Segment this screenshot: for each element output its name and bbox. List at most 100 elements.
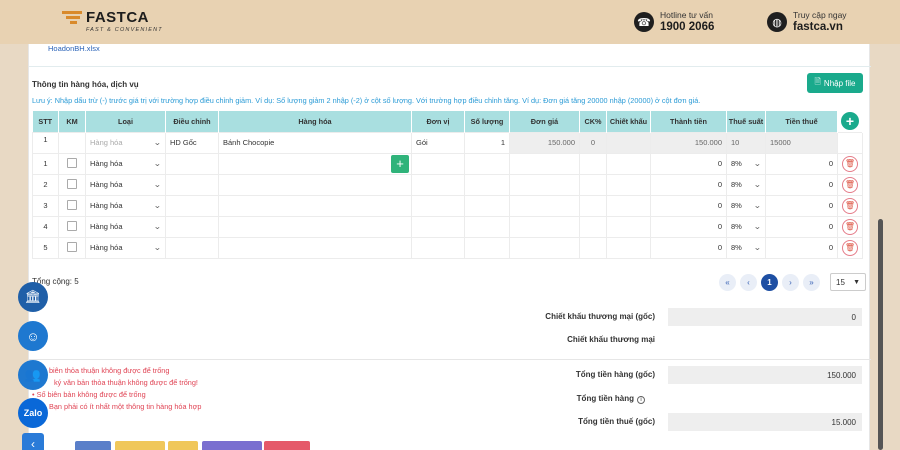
add-row-button[interactable]: +: [841, 112, 859, 131]
row-price[interactable]: [509, 236, 580, 259]
row-adjust[interactable]: [165, 236, 219, 259]
action-button[interactable]: [264, 441, 310, 450]
delete-row-icon[interactable]: 🗑: [842, 197, 858, 214]
row-tax-rate-select[interactable]: 8% ⌄: [726, 194, 766, 217]
row-item-input[interactable]: [218, 194, 412, 217]
row-unit[interactable]: [411, 173, 465, 196]
row-unit[interactable]: [411, 236, 465, 259]
row-amount: 0: [650, 152, 727, 175]
row-discount[interactable]: [606, 236, 651, 259]
fastca-logo[interactable]: FASTCA FAST & CONVENIENT: [62, 10, 163, 33]
first-page-button[interactable]: «: [719, 273, 736, 291]
row-action: 🗑: [837, 215, 863, 238]
row-adjust[interactable]: [165, 173, 219, 196]
row-tax-rate-select[interactable]: 8% ⌄: [726, 236, 766, 259]
row-type-select[interactable]: Hàng hóa ⌄: [85, 173, 166, 196]
row-action: [837, 131, 863, 154]
row-unit[interactable]: [411, 215, 465, 238]
row-ck[interactable]: [579, 194, 607, 217]
promo-checkbox[interactable]: [67, 157, 77, 168]
action-button[interactable]: [202, 441, 262, 450]
import-file-button[interactable]: 🗎 Nhập file: [807, 73, 863, 93]
add-item-button[interactable]: +: [391, 154, 409, 173]
row-qty[interactable]: [464, 194, 510, 217]
row-adjust[interactable]: [165, 152, 219, 175]
row-price[interactable]: [509, 194, 580, 217]
row-tax-rate-select[interactable]: 8% ⌄: [726, 173, 766, 196]
row-adjust[interactable]: [165, 215, 219, 238]
chat-users-icon[interactable]: 👥: [18, 360, 48, 390]
next-page-button[interactable]: ›: [782, 273, 799, 291]
row-unit[interactable]: [411, 152, 465, 175]
hotline-block[interactable]: ☎ Hotline tư vấn 1900 2066: [634, 10, 714, 34]
action-button[interactable]: [75, 441, 111, 450]
promo-checkbox[interactable]: [67, 220, 77, 231]
delete-row-icon[interactable]: 🗑: [842, 176, 858, 193]
page-scrollbar[interactable]: [878, 219, 883, 450]
discount-field[interactable]: [668, 331, 862, 349]
row-tax-rate-value: 8%: [731, 159, 742, 168]
row-amount: 0: [650, 236, 727, 259]
page-size-select[interactable]: 15 ▼: [830, 273, 866, 291]
delete-row-icon[interactable]: 🗑: [842, 239, 858, 256]
delete-row-icon[interactable]: 🗑: [842, 155, 858, 172]
row-tax-rate-select[interactable]: 8% ⌄: [726, 215, 766, 238]
table-row: 5 Hàng hóa ⌄ 0 8% ⌄ 0 🗑: [32, 236, 863, 259]
row-ck[interactable]: [579, 152, 607, 175]
website-block[interactable]: ◍ Truy cập ngay fastca.vn: [767, 10, 847, 34]
row-ck[interactable]: [579, 215, 607, 238]
row-qty[interactable]: [464, 173, 510, 196]
promo-checkbox[interactable]: [67, 178, 77, 189]
row-price[interactable]: [509, 215, 580, 238]
row-amount: 0: [650, 194, 727, 217]
row-discount[interactable]: [606, 215, 651, 238]
row-type-value: Hàng hóa: [90, 222, 123, 231]
file-icon: 🗎: [814, 77, 821, 86]
delete-row-icon[interactable]: 🗑: [842, 218, 858, 235]
col-stt: STT: [32, 111, 59, 132]
bank-icon[interactable]: 🏛: [18, 282, 48, 312]
row-qty[interactable]: [464, 152, 510, 175]
chevron-down-icon: ⌄: [753, 180, 762, 189]
row-discount[interactable]: [606, 173, 651, 196]
attached-file-link[interactable]: HoadonBH.xlsx: [48, 44, 100, 53]
row-type-select[interactable]: Hàng hóa ⌄: [85, 194, 166, 217]
row-price[interactable]: [509, 173, 580, 196]
row-item-input[interactable]: +: [218, 152, 412, 175]
prev-page-button[interactable]: ‹: [740, 273, 757, 291]
promo-checkbox[interactable]: [67, 199, 77, 210]
row-discount[interactable]: [606, 194, 651, 217]
zalo-icon[interactable]: Zalo: [18, 398, 48, 428]
row-type-select[interactable]: Hàng hóa ⌄: [85, 152, 166, 175]
row-tax-rate-select[interactable]: 8% ⌄: [726, 152, 766, 175]
row-type-select[interactable]: Hàng hóa ⌄: [85, 236, 166, 259]
action-button[interactable]: [115, 441, 165, 450]
row-unit[interactable]: [411, 194, 465, 217]
support-agent-icon[interactable]: ☺: [18, 321, 48, 351]
current-page-button[interactable]: 1: [761, 273, 778, 291]
row-item-input[interactable]: [218, 236, 412, 259]
last-page-button[interactable]: »: [803, 273, 820, 291]
row-qty[interactable]: [464, 215, 510, 238]
row-item-input[interactable]: [218, 173, 412, 196]
row-discount[interactable]: [606, 152, 651, 175]
hotline-number: 1900 2066: [660, 21, 715, 33]
validation-errors: biên thỏa thuận không được để trống ký v…: [32, 365, 201, 413]
row-stt: 3: [32, 194, 59, 217]
collapse-arrow-icon[interactable]: ‹: [22, 433, 44, 450]
row-km: [58, 194, 86, 217]
row-ck[interactable]: [579, 173, 607, 196]
row-type-select[interactable]: Hàng hóa ⌄: [85, 215, 166, 238]
row-item-input[interactable]: [218, 215, 412, 238]
action-button[interactable]: [168, 441, 198, 450]
row-adjust[interactable]: [165, 194, 219, 217]
row-stt: 4: [32, 215, 59, 238]
chevron-down-icon: ⌄: [753, 222, 762, 231]
col-km: KM: [58, 111, 86, 132]
goods-total-field: [668, 389, 862, 407]
info-icon[interactable]: i: [637, 396, 645, 404]
promo-checkbox[interactable]: [67, 241, 77, 252]
row-price[interactable]: [509, 152, 580, 175]
row-qty[interactable]: [464, 236, 510, 259]
row-ck[interactable]: [579, 236, 607, 259]
